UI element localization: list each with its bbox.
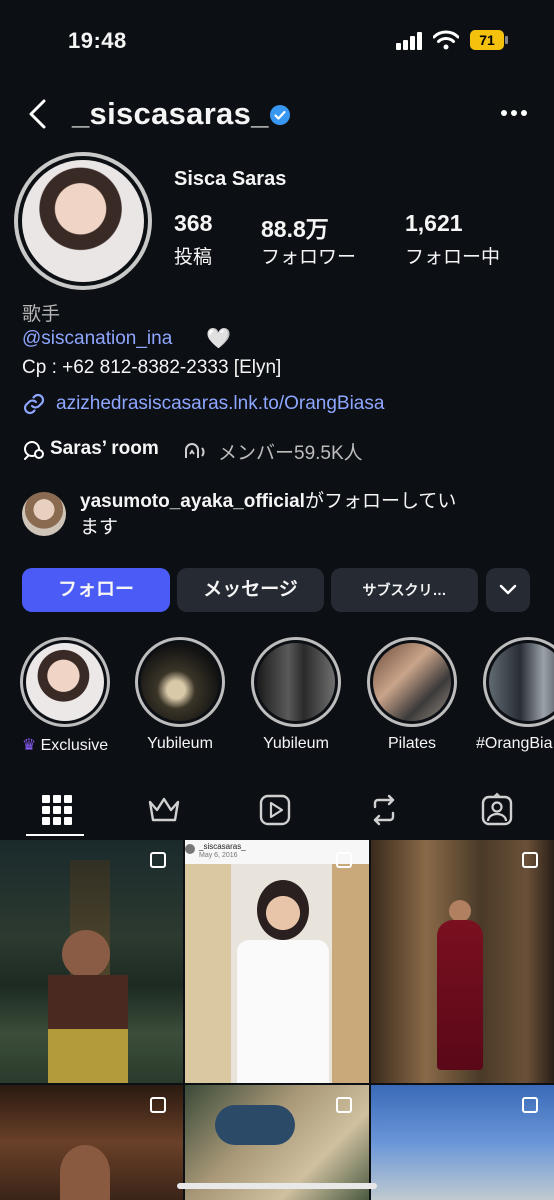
verified-badge-icon (270, 105, 290, 125)
status-time: 19:48 (68, 28, 127, 53)
follower-avatar[interactable] (22, 492, 66, 536)
channel-members: メンバー59.5K人 (218, 443, 363, 464)
caption-user: _siscasaras_ (199, 842, 246, 851)
caption-date: May 6, 2016 (199, 852, 238, 859)
subscriber-crown-tab-icon[interactable] (146, 792, 182, 828)
posts-count[interactable]: 368 (174, 210, 212, 237)
back-arrow-icon[interactable] (26, 98, 50, 130)
cellular-signal-icon (396, 32, 422, 50)
followed-by-text[interactable]: yasumoto_ayaka_officialがフォローしてい ます (80, 489, 540, 541)
bio-mention-link[interactable]: @siscanation_ina (22, 328, 172, 350)
highlight-label-orangbiasa[interactable]: #OrangBia (473, 735, 554, 753)
channel-name[interactable]: Saras’ room (50, 438, 159, 460)
multiple-photos-icon-2 (336, 852, 352, 868)
crown-icon: ♛ (21, 737, 37, 754)
highlight-label-exclusive-text: Exclusive (40, 737, 109, 754)
posts-label[interactable]: 投稿 (174, 242, 212, 269)
grid-tab-icon[interactable] (39, 792, 75, 828)
multiple-photos-icon-6 (522, 1097, 538, 1113)
message-button[interactable]: メッセージ (177, 568, 324, 612)
multiple-photos-icon (150, 852, 166, 868)
profile-username: _siscasaras_ (72, 96, 269, 131)
follow-button[interactable]: フォロー (22, 568, 170, 612)
active-tab-indicator (26, 834, 84, 836)
home-indicator (177, 1183, 377, 1189)
highlight-label-yubileum-2[interactable]: Yubileum (241, 735, 351, 753)
followed-by-user[interactable]: yasumoto_ayaka_official (80, 491, 305, 512)
bio-category: 歌手 (22, 304, 61, 325)
broadcast-channel-icon (24, 441, 44, 460)
white-heart-icon: 🤍 (206, 328, 231, 350)
link-icon (23, 393, 45, 415)
highlight-label-pilates[interactable]: Pilates (357, 735, 467, 753)
highlight-label-exclusive[interactable]: ♛ Exclusive (10, 735, 120, 755)
highlight-yubileum-2-cover[interactable] (257, 643, 335, 721)
following-count[interactable]: 1,621 (405, 210, 463, 237)
highlight-exclusive-cover[interactable] (26, 643, 104, 721)
followed-by-suffix2: ます (80, 517, 119, 538)
battery-tip (505, 36, 508, 44)
profile-avatar[interactable] (22, 160, 144, 282)
highlight-label-yubileum-1[interactable]: Yubileum (125, 735, 235, 753)
multiple-photos-icon-4 (150, 1097, 166, 1113)
more-options-icon[interactable] (500, 109, 528, 117)
followers-label[interactable]: フォロワー (261, 242, 356, 269)
channel-wave-icon (185, 443, 205, 458)
followers-count[interactable]: 88.8万 (261, 210, 329, 244)
multiple-photos-icon-3 (522, 852, 538, 868)
post-tile-2[interactable]: _siscasaras_ May 6, 2016 (185, 840, 369, 1083)
bio-contact: Cp : +62 812-8382-2333 [Elyn] (22, 357, 282, 378)
post-tile-1[interactable] (0, 840, 183, 1083)
subscribe-button[interactable]: サブスクリ… (331, 568, 478, 612)
following-label[interactable]: フォロー中 (405, 242, 500, 269)
profile-name: Sisca Saras (174, 168, 287, 190)
tagged-tab-icon[interactable] (479, 792, 515, 828)
highlight-pilates-cover[interactable] (373, 643, 451, 721)
bio-external-link[interactable]: azizhedrasiscasaras.lnk.to/OrangBiasa (56, 393, 384, 415)
multiple-photos-icon-5 (336, 1097, 352, 1113)
highlight-yubileum-1-cover[interactable] (141, 643, 219, 721)
chevron-down-icon (499, 584, 517, 595)
post-tile-3[interactable] (371, 840, 554, 1083)
reposts-tab-icon[interactable] (366, 792, 402, 828)
followed-by-suffix: がフォローしてい (304, 491, 457, 512)
suggested-dropdown-button[interactable] (486, 568, 530, 612)
wifi-icon (433, 30, 459, 50)
battery-indicator: 71 (470, 30, 504, 50)
reels-tab-icon[interactable] (257, 792, 293, 828)
